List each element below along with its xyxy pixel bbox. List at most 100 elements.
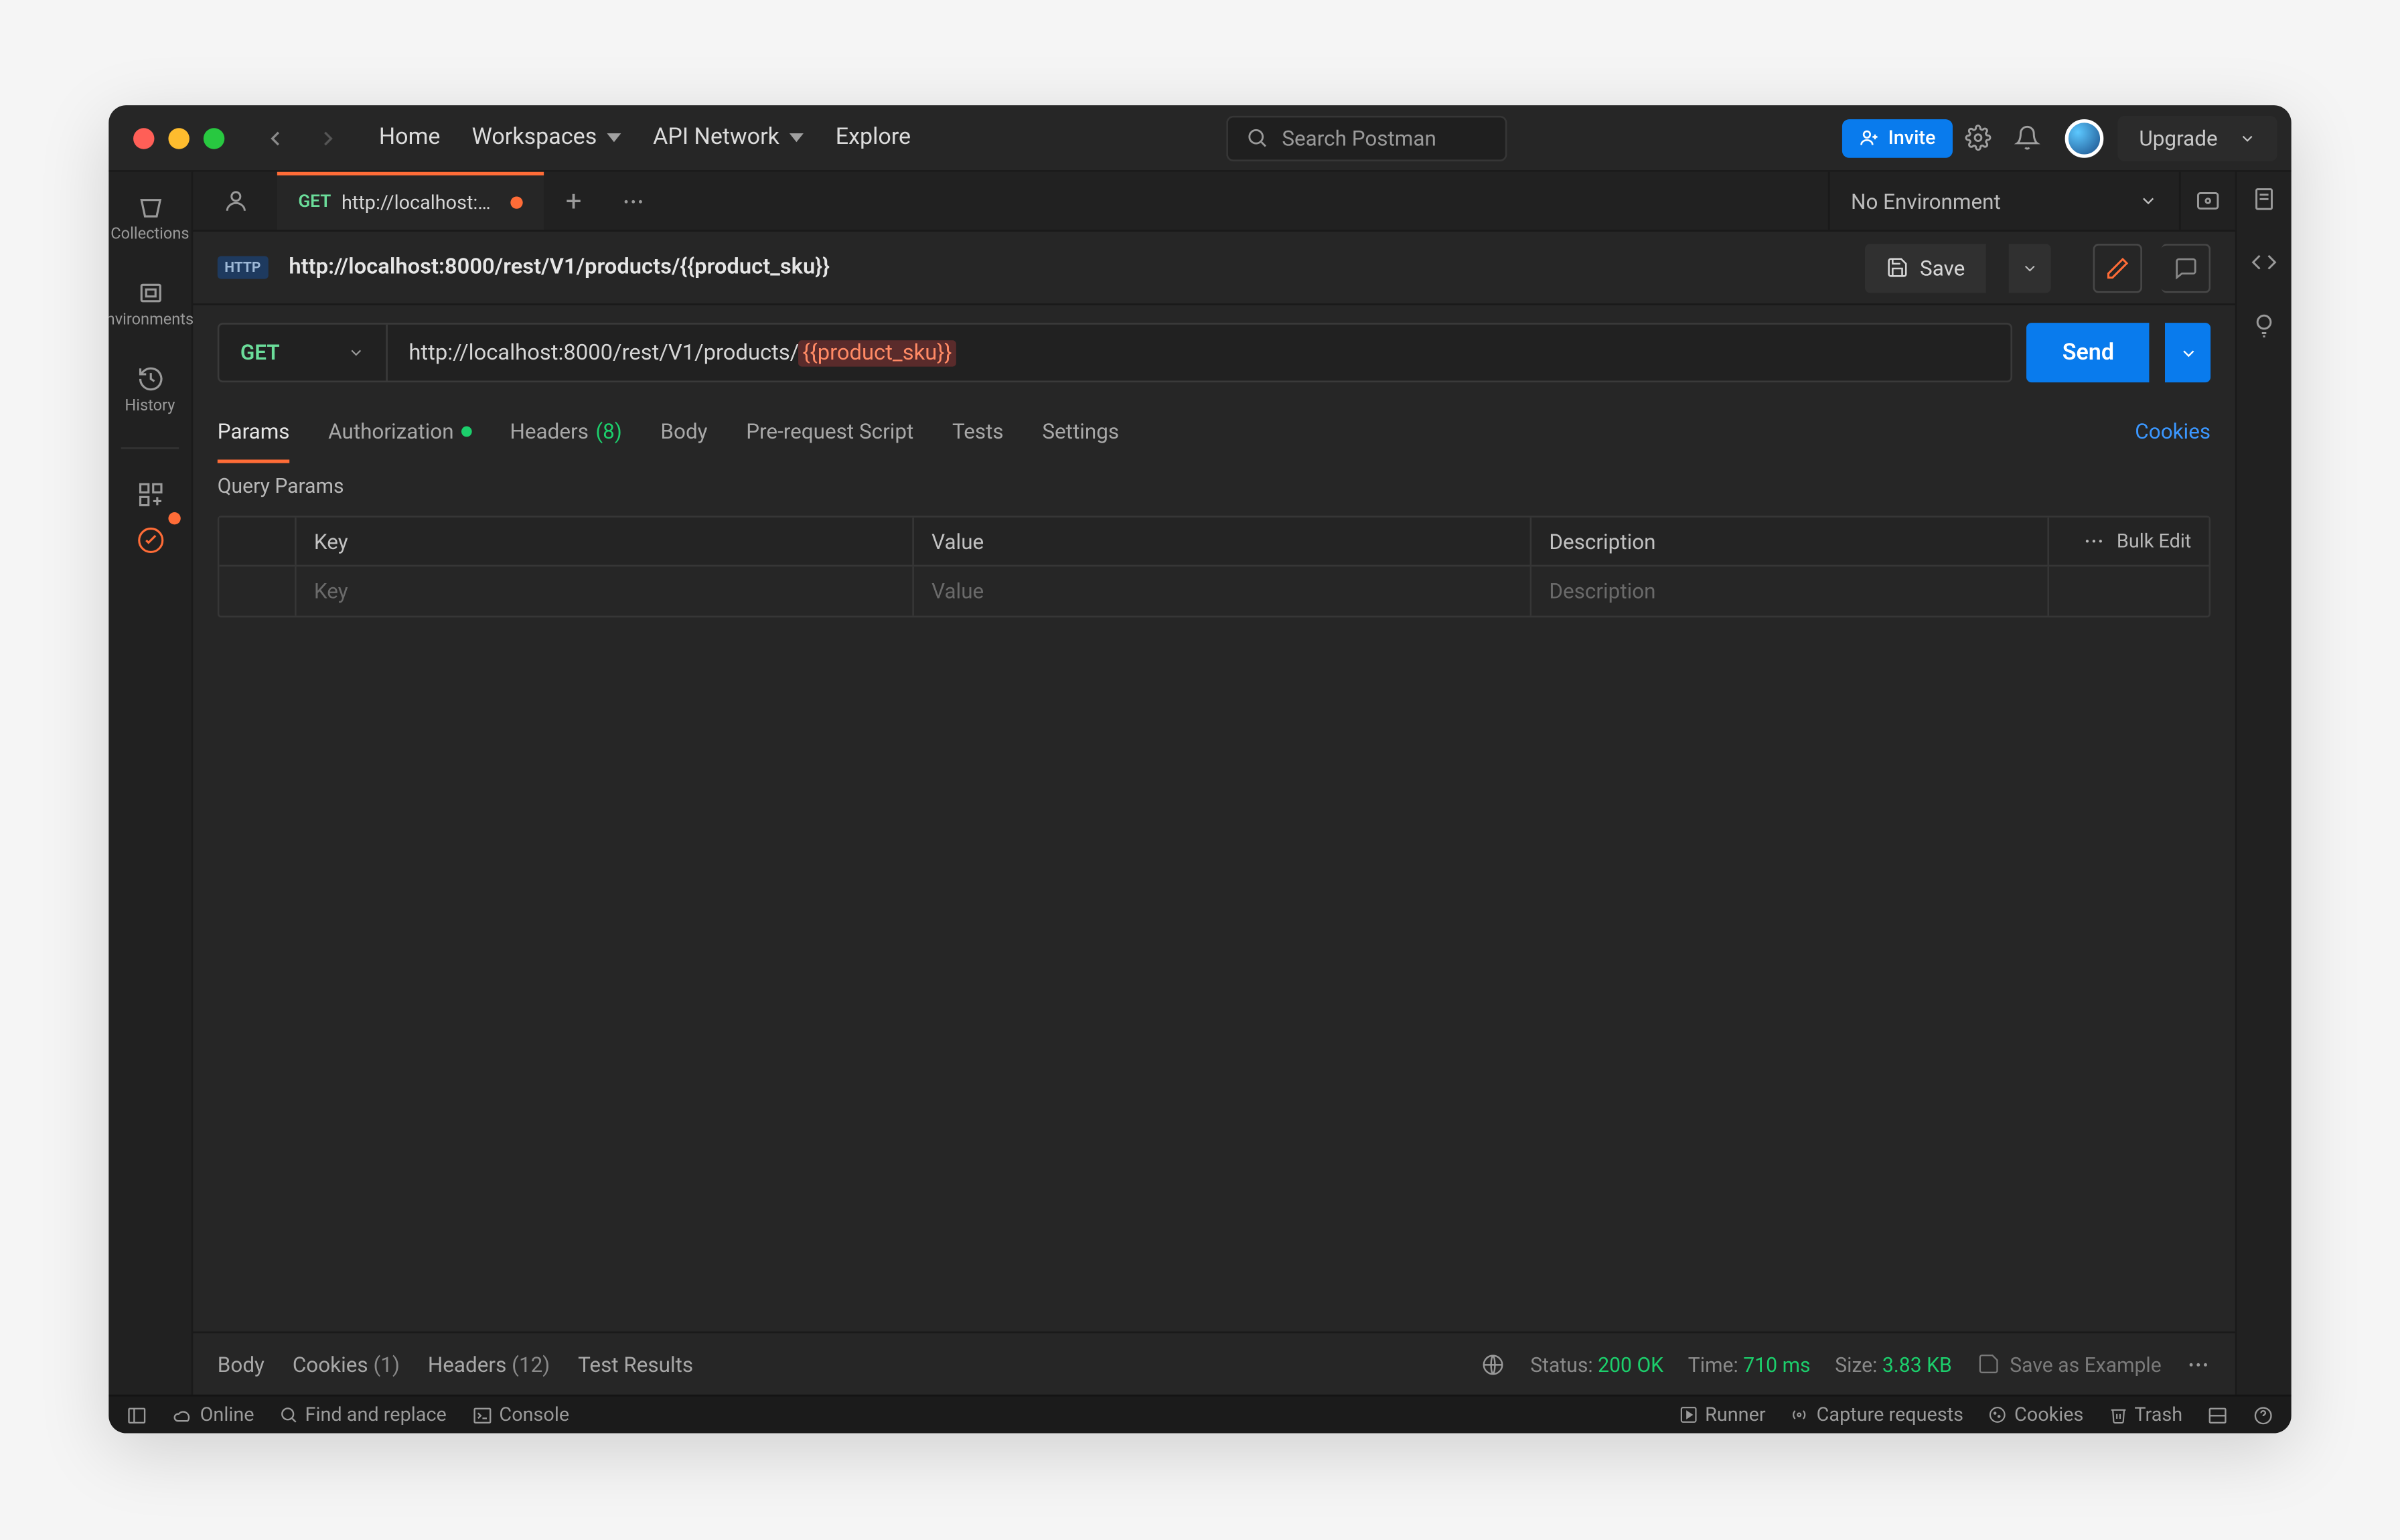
edit-button[interactable] — [2093, 243, 2142, 292]
left-sidebar: Collections nvironments History — [108, 172, 193, 1395]
collections-icon — [136, 193, 164, 221]
avatar[interactable] — [2065, 119, 2104, 157]
method-select[interactable]: GET — [219, 325, 388, 381]
save-label: Save — [1920, 255, 1965, 280]
invite-button[interactable]: Invite — [1842, 119, 1953, 157]
menu-explore[interactable]: Explore — [836, 125, 911, 151]
notifications-button[interactable] — [2002, 113, 2051, 162]
footer-online-label: Online — [200, 1403, 254, 1426]
tab-authorization[interactable]: Authorization — [328, 400, 471, 463]
right-rail — [2235, 172, 2292, 1395]
panel-icon — [127, 1404, 147, 1425]
tab-body[interactable]: Body — [660, 400, 707, 463]
params-checkbox-header — [219, 518, 296, 565]
footer-console[interactable]: Console — [471, 1403, 570, 1426]
environment-selector[interactable]: No Environment — [1828, 172, 2179, 230]
status-label: Status: — [1530, 1352, 1592, 1377]
nav-back-button[interactable] — [249, 125, 302, 150]
save-button[interactable]: Save — [1866, 243, 1986, 292]
response-tab-headers[interactable]: Headers (12) — [428, 1352, 550, 1377]
footer-online[interactable]: Online — [172, 1403, 254, 1426]
window-controls — [108, 127, 249, 148]
response-tab-body[interactable]: Body — [218, 1352, 265, 1377]
tab-params[interactable]: Params — [218, 400, 290, 463]
send-dropdown-button[interactable] — [2165, 323, 2210, 382]
save-as-example-button[interactable]: Save as Example — [1977, 1352, 2162, 1377]
headers-count: (8) — [595, 419, 621, 444]
request-tab[interactable]: GET http://localhost:8000/r — [277, 172, 544, 230]
response-tab-cookies[interactable]: Cookies (1) — [293, 1352, 400, 1377]
cookies-link[interactable]: Cookies — [2135, 419, 2210, 444]
footer-help[interactable] — [2253, 1403, 2273, 1426]
sidebar-item-grid[interactable] — [108, 470, 191, 519]
settings-button[interactable] — [1953, 113, 2002, 162]
footer-find-label: Find and replace — [305, 1403, 447, 1426]
dots-icon[interactable] — [2083, 530, 2106, 552]
param-key-input[interactable]: Key — [297, 566, 914, 615]
sidebar-item-history[interactable]: History — [108, 354, 191, 426]
globe-icon[interactable] — [1481, 1352, 1506, 1377]
console-icon — [471, 1404, 492, 1425]
tab-prerequest[interactable]: Pre-request Script — [746, 400, 913, 463]
footer-cookies[interactable]: Cookies — [1988, 1403, 2084, 1426]
scratchpad-button[interactable] — [193, 172, 277, 230]
unsaved-dot-icon — [510, 196, 522, 208]
environment-quicklook-button[interactable] — [2179, 172, 2235, 230]
query-params-title: Query Params — [193, 463, 2235, 509]
url-row: GET http://localhost:8000/rest/V1/produc… — [193, 305, 2235, 400]
help-icon — [2253, 1404, 2273, 1425]
history-icon — [136, 365, 164, 393]
footer-cookies-label: Cookies — [2014, 1403, 2083, 1426]
tab-headers[interactable]: Headers (8) — [510, 400, 621, 463]
footer-runner[interactable]: Runner — [1679, 1403, 1766, 1426]
tabs-more-button[interactable] — [603, 172, 663, 230]
sidebar-item-environments[interactable]: nvironments — [108, 268, 191, 340]
footer-toggle-sidebar[interactable] — [127, 1404, 147, 1425]
footer-layout[interactable] — [2207, 1403, 2228, 1426]
footer-trash[interactable]: Trash — [2108, 1403, 2182, 1426]
rail-code-button[interactable] — [2251, 249, 2277, 281]
rail-docs-button[interactable] — [2251, 186, 2277, 218]
comment-button[interactable] — [2162, 243, 2210, 292]
rail-info-button[interactable] — [2251, 312, 2277, 343]
tab-settings[interactable]: Settings — [1042, 400, 1119, 463]
upgrade-button[interactable]: Upgrade — [2118, 115, 2277, 161]
sidebar-label: History — [125, 398, 175, 416]
send-button[interactable]: Send — [2027, 323, 2149, 382]
tab-params-label: Params — [218, 419, 290, 444]
param-value-input[interactable]: Value — [914, 566, 1531, 615]
sidebar-label: nvironments — [108, 312, 194, 329]
menu-api-network[interactable]: API Network — [653, 125, 804, 151]
environment-label: No Environment — [1851, 189, 2001, 214]
url-input[interactable]: http://localhost:8000/rest/V1/products/{… — [388, 325, 2012, 381]
dots-icon[interactable] — [2186, 1352, 2210, 1377]
params-header-row: Key Value Description Bulk Edit — [219, 518, 2208, 566]
param-desc-input[interactable]: Description — [1531, 566, 2047, 615]
sidebar-sync-button[interactable] — [108, 516, 191, 564]
nav-forward-button[interactable] — [302, 125, 355, 150]
request-title[interactable]: http://localhost:8000/rest/V1/products/{… — [289, 254, 830, 281]
gear-icon — [1965, 125, 1991, 151]
params-row-checkbox[interactable] — [219, 566, 296, 615]
save-icon — [1977, 1353, 2000, 1375]
footer-console-label: Console — [499, 1403, 569, 1426]
maximize-window-icon[interactable] — [204, 127, 224, 148]
global-search[interactable]: Search Postman — [1225, 115, 1506, 161]
save-dropdown-button[interactable] — [2009, 243, 2051, 292]
sidebar-separator — [121, 447, 179, 449]
menu-workspaces[interactable]: Workspaces — [472, 125, 621, 151]
footer-find[interactable]: Find and replace — [279, 1403, 447, 1426]
search-icon — [279, 1405, 298, 1425]
footer-capture[interactable]: Capture requests — [1790, 1403, 1963, 1426]
bulk-edit-button[interactable]: Bulk Edit — [2117, 530, 2191, 552]
minimize-window-icon[interactable] — [168, 127, 189, 148]
tab-tests[interactable]: Tests — [952, 400, 1004, 463]
url-text: http://localhost:8000/rest/V1/products/ — [408, 339, 799, 366]
sidebar-item-collections[interactable]: Collections — [108, 182, 191, 254]
menu-home[interactable]: Home — [379, 125, 441, 151]
close-window-icon[interactable] — [133, 127, 154, 148]
response-tab-test-results[interactable]: Test Results — [578, 1352, 693, 1377]
person-icon — [222, 187, 248, 214]
size-label: Size: — [1835, 1352, 1877, 1377]
new-tab-button[interactable]: + — [544, 172, 603, 230]
